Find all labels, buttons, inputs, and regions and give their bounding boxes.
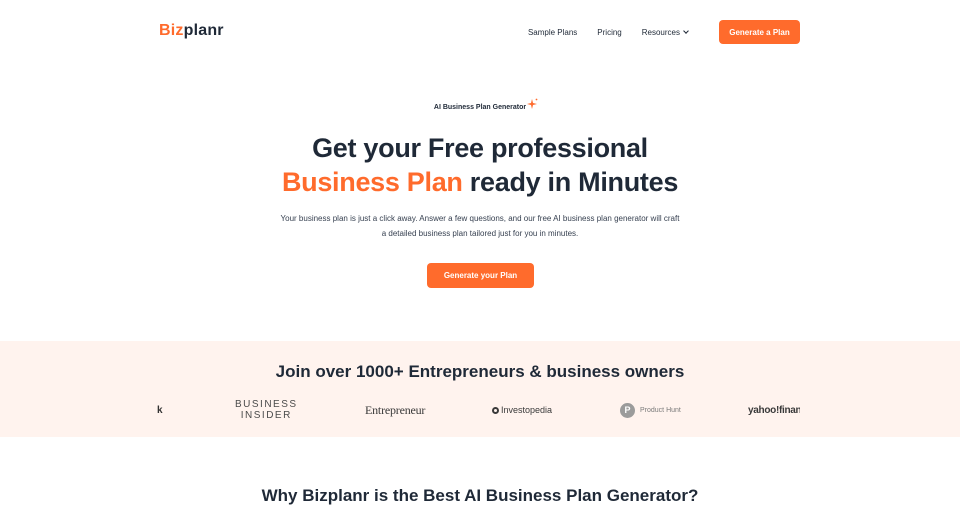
generate-a-plan-button[interactable]: Generate a Plan (719, 20, 800, 44)
chevron-down-icon (683, 28, 689, 34)
investopedia-label: Investopedia (501, 405, 553, 415)
logo-rest: planr (183, 22, 224, 39)
nav-links: Sample Plans Pricing Resources Generate … (528, 20, 800, 44)
investopedia-mark-icon (492, 406, 499, 414)
sparkle-icon (527, 98, 538, 109)
generate-your-plan-button[interactable]: Generate your Plan (427, 263, 534, 288)
nav-resources-dropdown[interactable]: Resources (641, 27, 689, 37)
yahoo-finance-logo: yahoo!finance (748, 404, 800, 416)
logo-accent: Biz (159, 22, 184, 39)
business-insider-logo: BUSINESS INSIDER (235, 397, 298, 423)
why-section-title: Why Bizplanr is the Best AI Business Pla… (261, 486, 699, 505)
nav-resources-label: Resources (641, 27, 680, 37)
investopedia-logo: Investopedia (492, 397, 552, 423)
business-insider-line-1: BUSINESS (235, 399, 298, 410)
hero-subtext: Your business plan is just a click away.… (280, 214, 680, 238)
nav-sample-plans-link[interactable]: Sample Plans (528, 28, 577, 37)
headline-line-1: Get your Free professional (312, 133, 648, 163)
social-proof-title: Join over 1000+ Entrepreneurs & business… (275, 362, 685, 381)
press-logos-carousel: k BUSINESS INSIDER Entrepreneur Investop… (155, 397, 800, 423)
product-hunt-label: Product Hunt (640, 406, 681, 414)
entrepreneur-logo: Entrepreneur (365, 402, 426, 417)
top-navbar: Bizplanr Sample Plans Pricing Resources … (0, 0, 960, 64)
product-hunt-mark-icon: P (620, 402, 635, 418)
business-insider-line-2: INSIDER (240, 410, 292, 421)
headline-line-2: ready in Minutes (462, 167, 679, 197)
hero-badge-label: AI Business Plan Generator (433, 104, 527, 111)
product-hunt-logo: P Product Hunt (620, 397, 681, 423)
bizplanr-logo[interactable]: Bizplanr (159, 22, 224, 40)
hero-headline: Get your Free professional Business Plan… (0, 131, 960, 199)
nav-sample-plans-label: Sample Plans (527, 27, 578, 37)
headline-accent: Business Plan (281, 167, 463, 197)
partial-logo: k (157, 404, 163, 416)
social-proof-band: Join over 1000+ Entrepreneurs & business… (0, 341, 960, 437)
hero-badge: AI Business Plan Generator (0, 98, 960, 111)
nav-pricing-link[interactable]: Pricing (597, 28, 621, 37)
nav-pricing-label: Pricing (597, 27, 622, 37)
